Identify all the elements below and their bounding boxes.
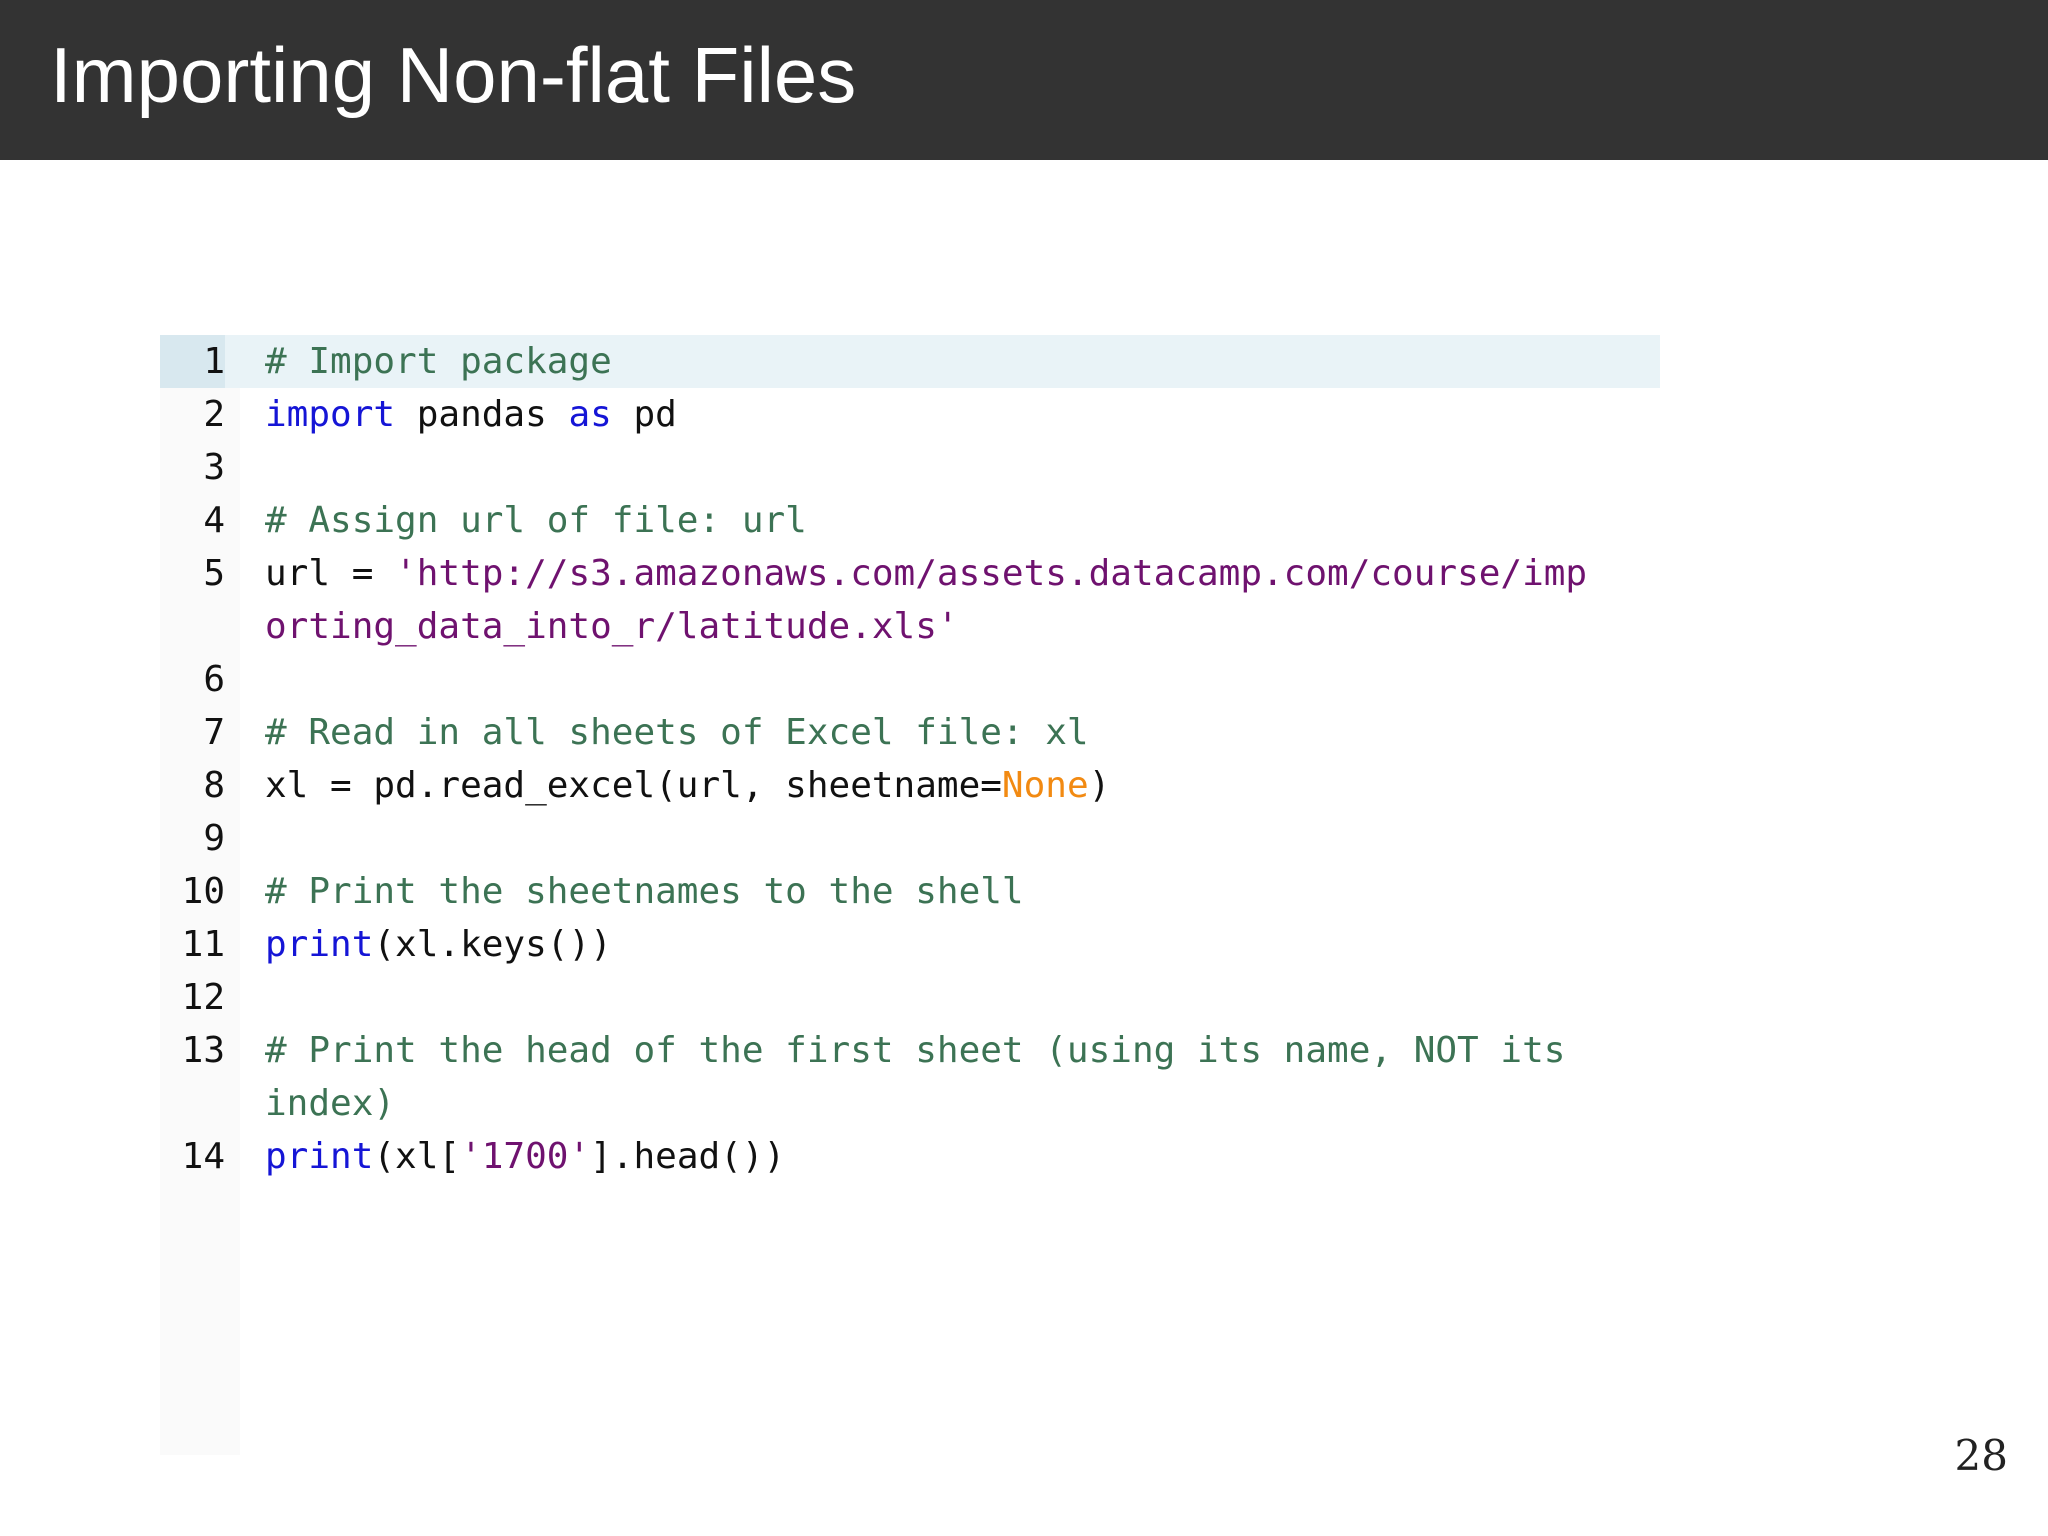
- slide-title: Importing Non-flat Files: [50, 31, 857, 119]
- code-token-plain: (xl[: [373, 1136, 461, 1177]
- line-number: 5: [203, 553, 225, 594]
- line-number: 8: [203, 765, 225, 806]
- code-token-string: 'http://s3.amazonaws.com/assets.datacamp…: [265, 553, 1588, 647]
- code-line: 10 # Print the sheetnames to the shell: [160, 865, 1660, 918]
- code-line: 1 # Import package: [160, 335, 1660, 388]
- line-code: # Print the sheetnames to the shell: [225, 865, 1605, 918]
- code-editor: 1 # Import package 2 import pandas as pd 3 4 #…: [160, 335, 1660, 1455]
- code-token-plain: pd: [611, 394, 677, 435]
- code-token-plain: pandas: [395, 394, 569, 435]
- code-token-keyword: as: [568, 394, 612, 435]
- code-token-plain: (xl.keys()): [373, 924, 612, 965]
- line-code: xl = pd.read_excel(url, sheetname=None): [225, 759, 1605, 812]
- line-number: 1: [160, 335, 225, 388]
- line-code: # Read in all sheets of Excel file: xl: [225, 706, 1605, 759]
- code-lines: 1 # Import package 2 import pandas as pd 3 4 #…: [160, 335, 1660, 1183]
- code-line: 4 # Assign url of file: url: [160, 494, 1660, 547]
- code-token-comment: # Print the sheetnames to the shell: [265, 871, 1024, 912]
- code-token-keyword: print: [265, 924, 374, 965]
- line-number: 12: [181, 977, 225, 1018]
- line-number: 2: [203, 394, 225, 435]
- code-token-plain: xl = pd.read_excel(url, sheetname=: [265, 765, 1002, 806]
- code-line: 5 url = 'http://s3.amazonaws.com/assets.d…: [160, 547, 1660, 653]
- code-token-comment: # Assign url of file: url: [265, 500, 807, 541]
- code-line: 9: [160, 812, 1660, 865]
- line-code: print(xl.keys()): [225, 918, 1605, 971]
- line-number: 13: [181, 1030, 225, 1071]
- line-number: 7: [203, 712, 225, 753]
- line-code: print(xl['1700'].head()): [225, 1130, 1605, 1183]
- code-line: 8 xl = pd.read_excel(url, sheetname=None): [160, 759, 1660, 812]
- code-line: 6: [160, 653, 1660, 706]
- code-token-keyword: import: [265, 394, 396, 435]
- line-code: url = 'http://s3.amazonaws.com/assets.da…: [225, 547, 1605, 653]
- code-token-plain: ): [1088, 765, 1111, 806]
- code-line: 14 print(xl['1700'].head()): [160, 1130, 1660, 1183]
- line-number: 4: [203, 500, 225, 541]
- code-line: 2 import pandas as pd: [160, 388, 1660, 441]
- line-number: 11: [181, 924, 225, 965]
- code-token-string: '1700': [460, 1136, 591, 1177]
- line-code: # Import package: [225, 335, 1605, 388]
- code-line: 12: [160, 971, 1660, 1024]
- code-line: 13 # Print the head of the first sheet (u…: [160, 1024, 1660, 1130]
- code-token-plain: url =: [265, 553, 396, 594]
- code-token-plain: ].head()): [590, 1136, 786, 1177]
- code-token-keyword: print: [265, 1136, 374, 1177]
- title-bar: Importing Non-flat Files: [0, 0, 2048, 160]
- line-code: # Print the head of the first sheet (usi…: [225, 1024, 1605, 1130]
- code-line: 11 print(xl.keys()): [160, 918, 1660, 971]
- code-line: 7 # Read in all sheets of Excel file: xl: [160, 706, 1660, 759]
- line-code: # Assign url of file: url: [225, 494, 1605, 547]
- line-number: 10: [181, 871, 225, 912]
- page-number: 28: [1954, 1431, 2008, 1480]
- line-number: 6: [203, 659, 225, 700]
- line-number: 9: [203, 818, 225, 859]
- line-number: 3: [203, 447, 225, 488]
- code-token-comment: # Print the head of the first sheet (usi…: [265, 1030, 1588, 1124]
- line-code: import pandas as pd: [225, 388, 1605, 441]
- line-number: 14: [181, 1136, 225, 1177]
- code-token-comment: # Import package: [265, 341, 612, 382]
- code-token-constant: None: [1001, 765, 1089, 806]
- code-line: 3: [160, 441, 1660, 494]
- code-token-comment: # Read in all sheets of Excel file: xl: [265, 712, 1089, 753]
